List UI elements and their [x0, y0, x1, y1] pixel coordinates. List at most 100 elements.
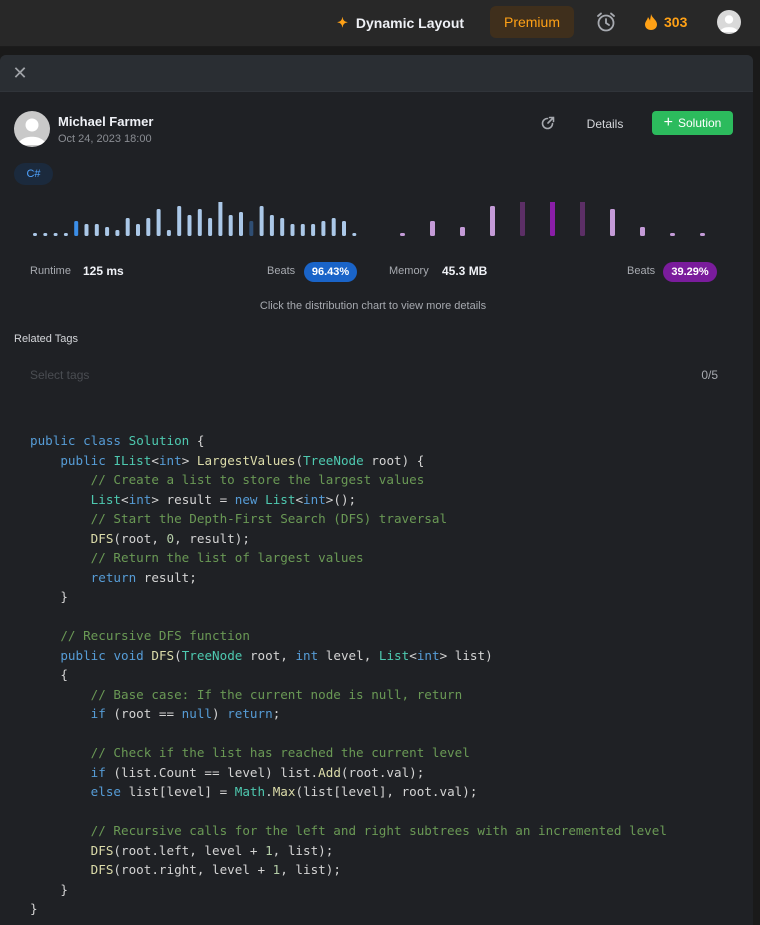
dynamic-layout-label: Dynamic Layout [355, 15, 465, 31]
chart-hint: Click the distribution chart to view mor… [259, 300, 487, 312]
alarm-clock-icon[interactable] [595, 11, 617, 33]
runtime-bar[interactable] [197, 209, 202, 236]
solution-label: Solution [677, 116, 722, 130]
author-name[interactable]: Michael Farmer [58, 114, 153, 129]
memory-bar[interactable] [490, 206, 495, 236]
author-avatar[interactable] [14, 111, 50, 147]
close-icon[interactable]: ✕ [12, 64, 28, 82]
memory-bar[interactable] [550, 202, 555, 236]
sparkle-icon: ✦ [337, 15, 348, 30]
runtime-bar[interactable] [43, 233, 48, 236]
code-line: DFS(root.right, level + 1, list); [90, 862, 341, 877]
runtime-beats-badge: 96.43% [304, 262, 357, 282]
memory-bar[interactable] [460, 227, 465, 236]
memory-bar[interactable] [580, 202, 585, 236]
panel-body: Michael Farmer Oct 24, 2023 18:00 Detail… [0, 92, 753, 925]
runtime-bar[interactable] [259, 206, 264, 236]
runtime-beats-label: Beats [267, 265, 296, 277]
code-line: DFS(root, 0, result); [90, 530, 250, 546]
memory-value: 45.3 MB [442, 264, 488, 278]
streak-counter[interactable]: 303 [644, 12, 687, 32]
runtime-distribution-chart[interactable] [33, 202, 357, 236]
code-line: // Recursive calls for the left and righ… [90, 823, 667, 838]
solution-panel: ✕ Michael Farmer Oct 24, 2023 18:00 Deta… [0, 55, 753, 925]
runtime-bar[interactable] [218, 202, 223, 236]
code-line: // Start the Depth-First Search (DFS) tr… [90, 511, 448, 526]
runtime-bar[interactable] [94, 224, 99, 236]
tags-count: 0/5 [701, 368, 718, 382]
runtime-bar[interactable] [74, 221, 79, 236]
runtime-bar[interactable] [33, 233, 37, 236]
code-line: // Return the list of largest values [90, 550, 364, 565]
memory-bar[interactable] [700, 233, 705, 236]
user-avatar[interactable] [717, 10, 741, 34]
details-button[interactable]: Details [576, 112, 634, 136]
code-line: // Create a list to store the largest va… [90, 472, 425, 487]
runtime-bar[interactable] [249, 221, 254, 236]
runtime-bar[interactable] [280, 218, 285, 236]
runtime-bar[interactable] [208, 218, 213, 236]
memory-bar[interactable] [520, 202, 525, 236]
runtime-bar[interactable] [187, 215, 192, 236]
code-line: { [30, 667, 68, 682]
code-line: // Check if the list has reached the cur… [90, 745, 470, 760]
code-line: return result; [90, 569, 197, 585]
runtime-bar[interactable] [63, 233, 68, 236]
memory-bar[interactable] [430, 221, 435, 236]
memory-bar[interactable] [640, 227, 645, 236]
runtime-bar[interactable] [84, 224, 89, 236]
tags-placeholder: Select tags [30, 368, 90, 382]
runtime-bar[interactable] [321, 221, 326, 236]
runtime-bar[interactable] [290, 224, 295, 236]
runtime-bar[interactable] [311, 224, 316, 236]
post-date: Oct 24, 2023 18:00 [58, 133, 152, 145]
runtime-bar[interactable] [53, 233, 58, 236]
code-line: } [30, 901, 38, 916]
runtime-label: Runtime [30, 265, 71, 277]
runtime-bar[interactable] [300, 224, 305, 236]
language-tag[interactable]: C# [14, 163, 53, 185]
runtime-bar[interactable] [269, 215, 274, 236]
code-line: public class Solution { [30, 433, 205, 448]
share-icon[interactable] [540, 116, 555, 131]
related-tags-label: Related Tags [14, 333, 79, 345]
code-line: public IList<int> LargestValues(TreeNode… [60, 452, 425, 468]
runtime-bar[interactable] [136, 224, 140, 236]
memory-label: Memory [389, 265, 429, 277]
runtime-bar[interactable] [331, 218, 336, 236]
runtime-bar[interactable] [105, 227, 110, 236]
add-solution-button[interactable]: + Solution [652, 111, 733, 135]
runtime-bar[interactable] [125, 218, 130, 236]
runtime-bar[interactable] [228, 215, 233, 236]
code-line: if (list.Count == level) list.Add(root.v… [90, 764, 425, 780]
runtime-bar[interactable] [115, 230, 120, 236]
memory-beats-badge: 39.29% [663, 262, 717, 282]
runtime-bar[interactable] [352, 233, 357, 236]
streak-count: 303 [664, 14, 688, 30]
runtime-bar[interactable] [239, 212, 243, 236]
code-line: DFS(root.left, level + 1, list); [90, 842, 334, 858]
code-block[interactable]: public class Solution { public IList<int… [30, 431, 667, 919]
memory-distribution-chart[interactable] [400, 202, 705, 236]
code-line: public void DFS(TreeNode root, int level… [60, 647, 493, 663]
premium-button[interactable]: Premium [490, 6, 574, 38]
panel-header: ✕ [0, 55, 753, 92]
runtime-bar[interactable] [166, 230, 171, 236]
distribution-charts[interactable] [0, 202, 753, 252]
runtime-bar[interactable] [156, 209, 161, 236]
code-line: } [30, 589, 68, 604]
tags-input[interactable]: Select tags 0/5 [14, 360, 734, 390]
memory-bar[interactable] [610, 209, 615, 236]
memory-bar[interactable] [400, 233, 405, 236]
memory-bar[interactable] [670, 233, 675, 236]
memory-beats-label: Beats [627, 265, 656, 277]
runtime-bar[interactable] [342, 221, 346, 236]
code-line: // Base case: If the current node is nul… [90, 686, 463, 702]
runtime-bar[interactable] [177, 206, 182, 236]
code-line: List<int> result = new List<int>(); [90, 491, 357, 507]
runtime-bar[interactable] [146, 218, 151, 236]
dynamic-layout-button[interactable]: ✦ Dynamic Layout [337, 13, 464, 33]
plus-icon: + [663, 114, 673, 131]
